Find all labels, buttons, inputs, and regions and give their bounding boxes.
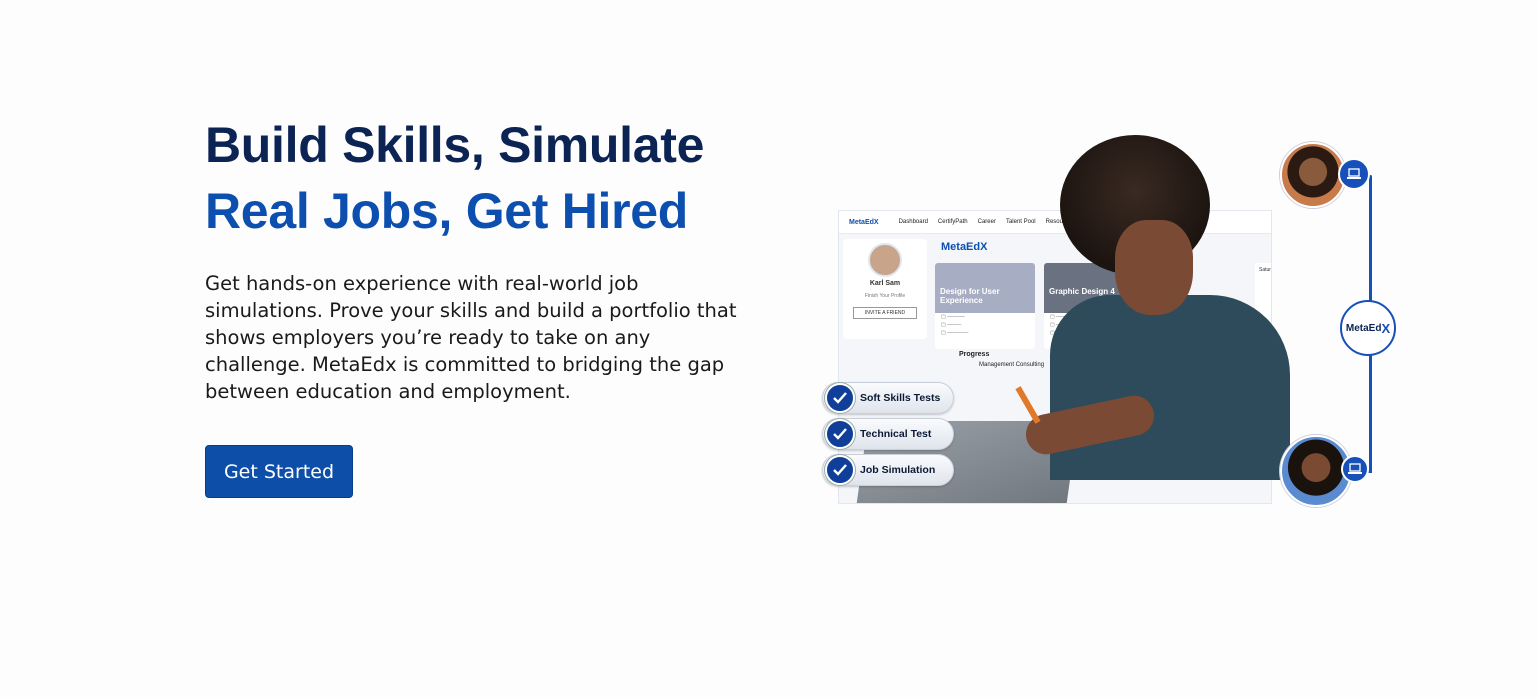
- hero-illustration: MetaEdX Dashboard CertifyPath Career Tal…: [820, 130, 1410, 520]
- get-started-button[interactable]: Get Started: [205, 445, 353, 498]
- checklist-item: Job Simulation: [822, 454, 954, 486]
- nav-item: CertifyPath: [937, 219, 968, 225]
- nav-item: Dashboard: [898, 219, 928, 225]
- profile-finish: Finish Your Profile: [864, 293, 906, 299]
- checklist-item: Technical Test: [822, 418, 954, 450]
- checklist-item: Soft Skills Tests: [822, 382, 954, 414]
- profile-name: Karl Sam: [869, 280, 901, 287]
- hero-headline: Build Skills, Simulate Real Jobs, Get Hi…: [205, 112, 765, 244]
- student-body: [1050, 295, 1290, 480]
- avatar: [868, 243, 902, 277]
- metaedx-badge-text: MetaEd: [1345, 322, 1382, 334]
- checklist: Soft Skills Tests Technical Test Job Sim…: [822, 382, 954, 490]
- checklist-label: Technical Test: [860, 428, 932, 440]
- hero-description: Get hands-on experience with real-world …: [205, 272, 737, 403]
- checkmark-icon: [825, 419, 855, 449]
- laptop-icon: [1338, 158, 1370, 190]
- headline-line-1: Build Skills, Simulate: [205, 117, 705, 173]
- nav-item: Career: [977, 219, 996, 225]
- nav-item: Talent Pool: [1005, 219, 1036, 225]
- invite-friend-button: INVITE A FRIEND: [853, 307, 917, 319]
- checklist-label: Soft Skills Tests: [860, 392, 941, 404]
- calendar-title: Saturday, 21 January 2023: [1259, 267, 1271, 273]
- checkmark-icon: [825, 455, 855, 485]
- metaedx-badge: MetaEd X: [1340, 300, 1396, 356]
- course-card-title: Design for User Experience: [935, 263, 1035, 313]
- dashboard-nav-logo: MetaEdX: [849, 218, 879, 226]
- metaedx-badge-x: X: [1381, 320, 1391, 336]
- checkmark-icon: [825, 383, 855, 413]
- student-face: [1115, 220, 1193, 315]
- profile-card: Karl Sam Finish Your Profile INVITE A FR…: [843, 239, 927, 339]
- checklist-label: Job Simulation: [860, 464, 936, 476]
- avatar: [1280, 142, 1346, 208]
- laptop-icon: [1341, 455, 1369, 483]
- headline-line-2: Real Jobs, Get Hired: [205, 183, 689, 239]
- nav-item: Resou: [1045, 219, 1063, 225]
- course-card: Design for User Experience ▢ ───── ▢ ────…: [935, 263, 1035, 349]
- dashboard-logo: MetaEdX: [941, 241, 988, 253]
- hero-text-block: Build Skills, Simulate Real Jobs, Get Hi…: [205, 112, 765, 405]
